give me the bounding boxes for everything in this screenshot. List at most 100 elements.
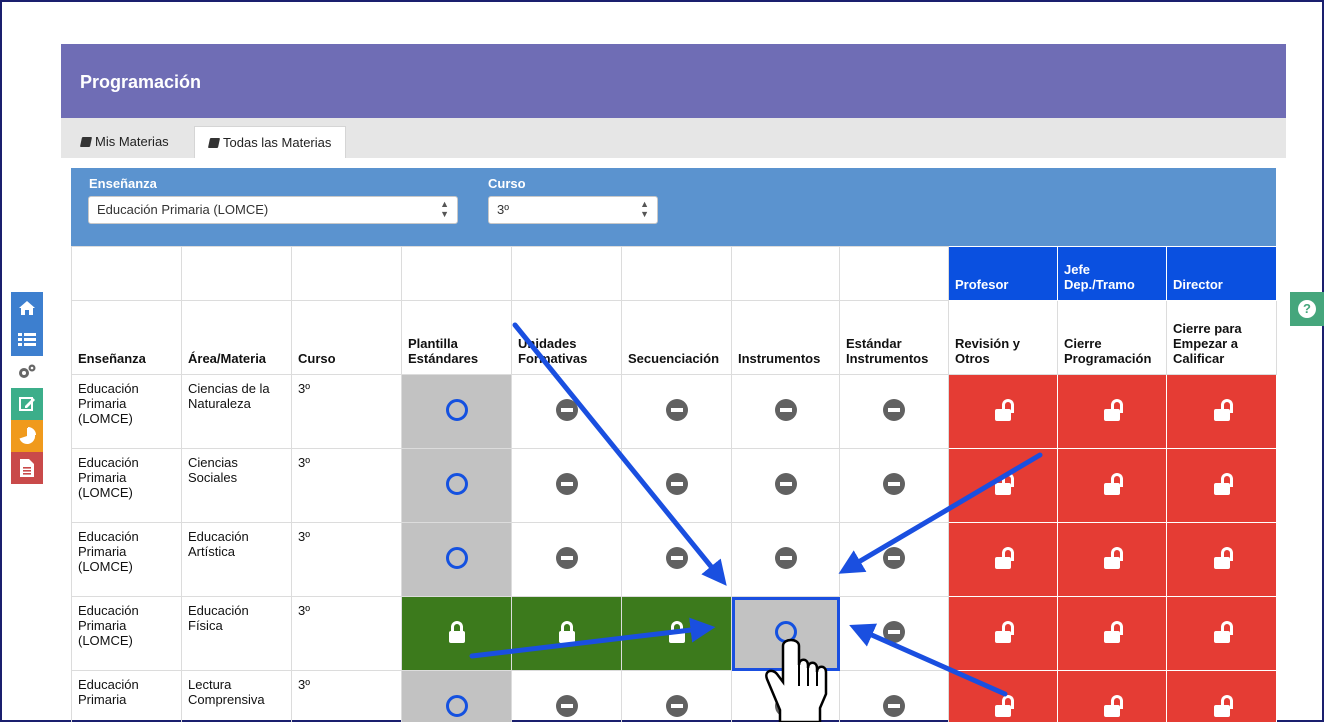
unlock-icon (1103, 547, 1123, 569)
book-icon (207, 138, 221, 148)
tab-todas-materias[interactable]: Todas las Materias (194, 126, 347, 158)
help-button[interactable]: ? (1290, 292, 1324, 326)
unlock-icon (1213, 399, 1233, 421)
cell-secuenciacion[interactable] (621, 374, 732, 449)
cell-ensenanza: Educación Primaria (71, 670, 182, 722)
cell-secuenciacion[interactable] (621, 670, 732, 722)
cell-cierre-programacion[interactable] (1057, 374, 1167, 449)
table-row: Educación Primaria Lectura Comprensiva 3… (71, 670, 1277, 722)
ensenanza-select[interactable]: Educación Primaria (LOMCE) ▲ ▼ (88, 196, 458, 224)
cell-cierre-calificar[interactable] (1166, 522, 1277, 597)
role-director: Director (1166, 246, 1277, 301)
cell-revision[interactable] (948, 522, 1058, 597)
unlock-icon (1213, 547, 1233, 569)
cell-unidades[interactable] (511, 670, 622, 722)
side-menu (11, 292, 43, 484)
cell-estandar-instrumentos[interactable] (839, 448, 949, 523)
minus-circle-icon (665, 547, 688, 569)
cell-cierre-calificar[interactable] (1166, 596, 1277, 671)
cell-curso: 3º (291, 596, 402, 671)
cell-area: Ciencias de la Naturaleza (181, 374, 292, 449)
cell-estandar-instrumentos[interactable] (839, 374, 949, 449)
cell-estandar-instrumentos[interactable] (839, 596, 949, 671)
select-arrows-icon: ▲ ▼ (440, 199, 449, 219)
unlock-icon (1103, 399, 1123, 421)
cell-cierre-calificar[interactable] (1166, 670, 1277, 722)
cell-cierre-programacion[interactable] (1057, 448, 1167, 523)
minus-circle-icon (555, 547, 578, 569)
minus-circle-icon (774, 399, 797, 421)
document-icon[interactable] (11, 452, 43, 484)
circle-icon (445, 399, 468, 421)
cell-cierre-programacion[interactable] (1057, 670, 1167, 722)
cell-cierre-programacion[interactable] (1057, 596, 1167, 671)
cell-instrumentos-selected[interactable] (731, 596, 840, 671)
cell-unidades[interactable] (511, 522, 622, 597)
minus-circle-icon (883, 695, 905, 717)
home-icon[interactable] (11, 292, 43, 324)
cell-cierre-programacion[interactable] (1057, 522, 1167, 597)
book-icon (79, 137, 93, 147)
cell-secuenciacion[interactable] (621, 448, 732, 523)
unlock-icon (994, 621, 1014, 643)
col-area-materia: Área/Materia (181, 300, 292, 375)
tab-mis-materias[interactable]: Mis Materias (67, 126, 183, 158)
role-profesor: Profesor (948, 246, 1058, 301)
minus-circle-icon (665, 399, 688, 421)
col-curso: Curso (291, 300, 402, 375)
minus-circle-icon (774, 473, 797, 495)
cell-revision[interactable] (948, 374, 1058, 449)
cell-secuenciacion[interactable] (621, 522, 732, 597)
subjects-table: Profesor Jefe Dep./Tramo Director Enseña… (71, 246, 1277, 722)
minus-circle-icon (883, 399, 905, 421)
col-revision-otros: Revisión y Otros (948, 300, 1058, 375)
cell-instrumentos[interactable] (731, 522, 840, 597)
lock-icon (448, 621, 466, 643)
unlock-icon (994, 695, 1014, 717)
cell-revision[interactable] (948, 670, 1058, 722)
cell-cierre-calificar[interactable] (1166, 448, 1277, 523)
pie-chart-icon[interactable] (11, 420, 43, 452)
unlock-icon (1213, 695, 1233, 717)
col-estandar-instrumentos: Estándar Instrumentos (839, 300, 949, 375)
cell-instrumentos[interactable] (731, 374, 840, 449)
cell-plantilla[interactable] (401, 374, 512, 449)
col-instrumentos: Instrumentos (731, 300, 840, 375)
lock-icon (668, 621, 686, 643)
curso-label: Curso (488, 176, 526, 191)
minus-circle-icon (883, 473, 905, 495)
cell-instrumentos[interactable] (731, 670, 840, 722)
edit-icon[interactable] (11, 388, 43, 420)
minus-circle-icon (774, 547, 797, 569)
cell-unidades[interactable] (511, 596, 622, 671)
cell-estandar-instrumentos[interactable] (839, 522, 949, 597)
minus-circle-icon (665, 695, 688, 717)
cell-plantilla[interactable] (401, 448, 512, 523)
cell-secuenciacion[interactable] (621, 596, 732, 671)
minus-circle-icon (774, 695, 797, 717)
cell-unidades[interactable] (511, 374, 622, 449)
cell-revision[interactable] (948, 448, 1058, 523)
cell-plantilla[interactable] (401, 596, 512, 671)
cell-instrumentos[interactable] (731, 448, 840, 523)
circle-icon (445, 695, 468, 717)
cell-plantilla[interactable] (401, 522, 512, 597)
minus-circle-icon (555, 399, 578, 421)
unlock-icon (1213, 621, 1233, 643)
programacion-panel: Programación Mis Materias Todas las Mate… (61, 44, 1286, 722)
gears-icon[interactable] (11, 356, 43, 388)
unlock-icon (1103, 695, 1123, 717)
cell-estandar-instrumentos[interactable] (839, 670, 949, 722)
curso-select[interactable]: 3º ▲ ▼ (488, 196, 658, 224)
cell-unidades[interactable] (511, 448, 622, 523)
cell-revision[interactable] (948, 596, 1058, 671)
cell-plantilla[interactable] (401, 670, 512, 722)
cell-ensenanza: Educación Primaria (LOMCE) (71, 448, 182, 523)
minus-circle-icon (555, 473, 578, 495)
tab-bar: Mis Materias Todas las Materias (61, 118, 1286, 158)
list-icon[interactable] (11, 324, 43, 356)
cell-curso: 3º (291, 374, 402, 449)
cell-cierre-calificar[interactable] (1166, 374, 1277, 449)
col-cierre-calificar: Cierre para Empezar a Calificar (1166, 300, 1277, 375)
cell-area: Lectura Comprensiva (181, 670, 292, 722)
